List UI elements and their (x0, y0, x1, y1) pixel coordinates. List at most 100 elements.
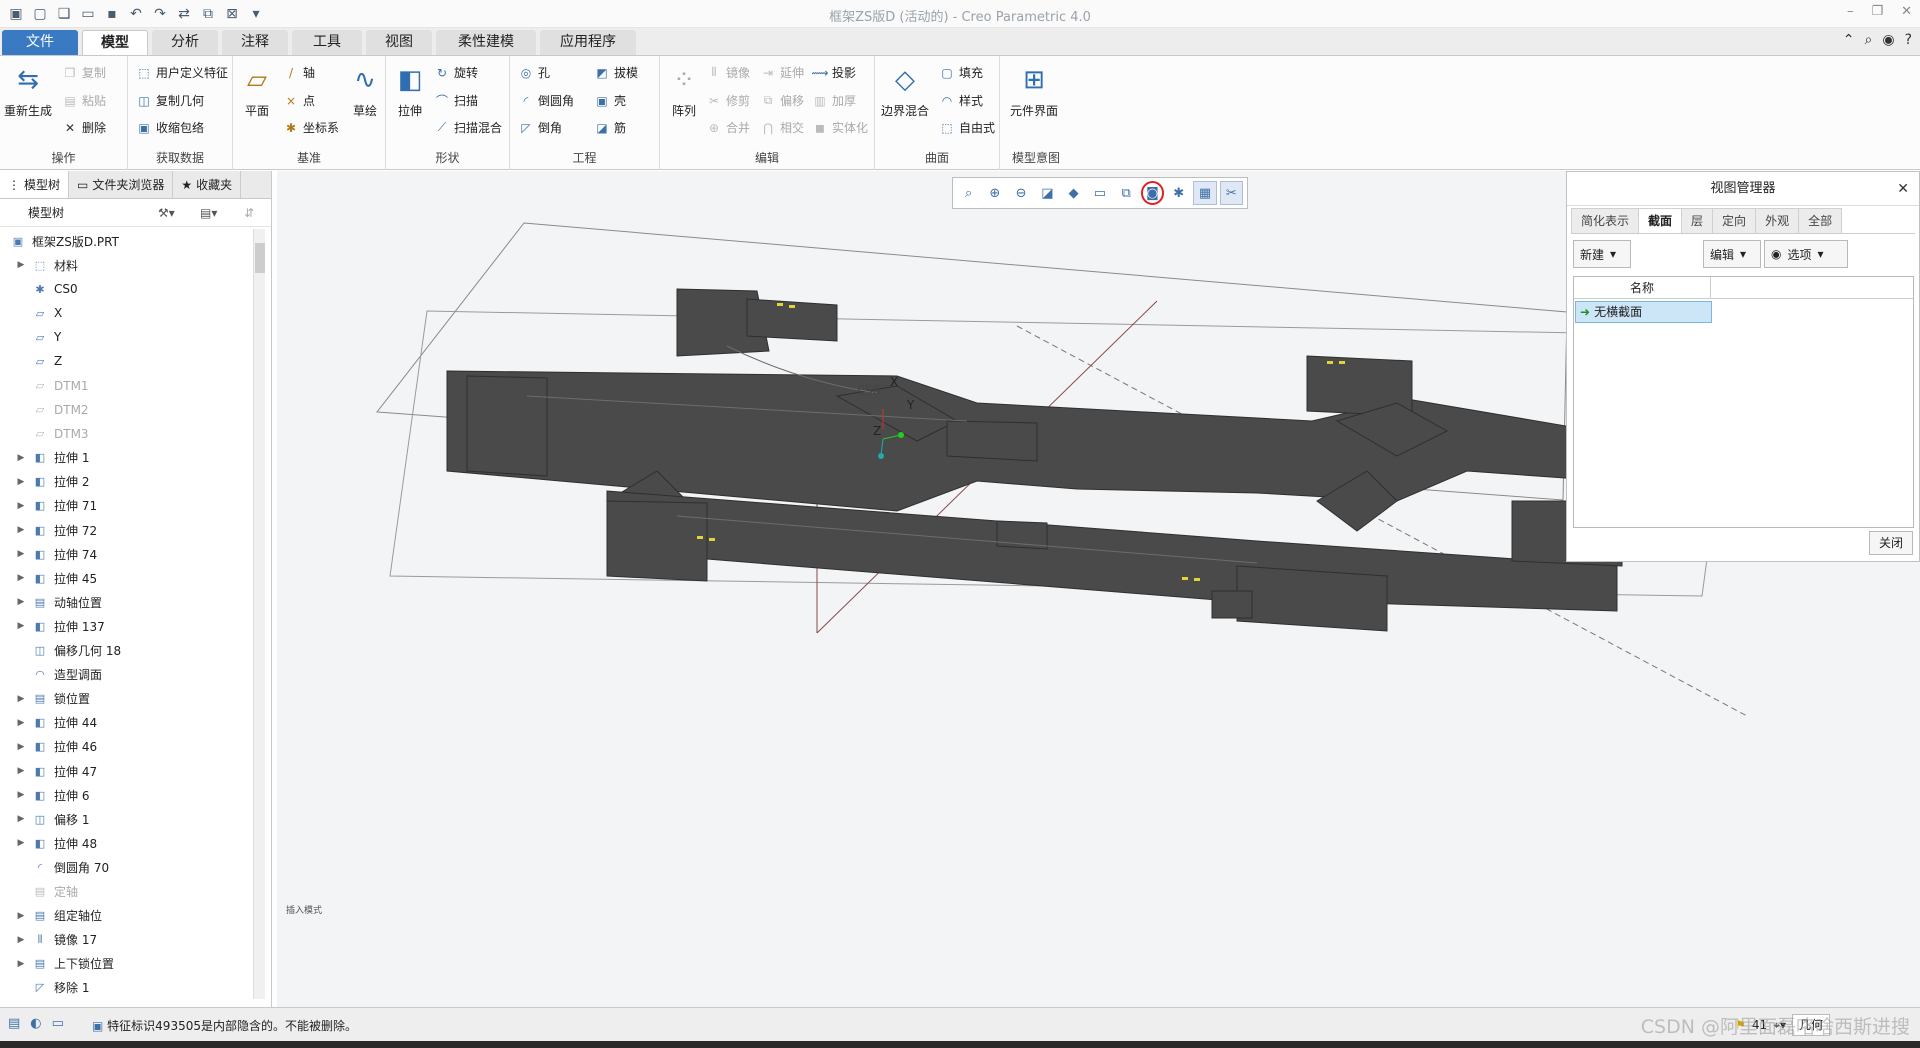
fullscreen-icon[interactable]: ▭ (52, 1016, 64, 1031)
zoom-out-icon[interactable]: ⊖ (1010, 181, 1033, 205)
tab-model-tree[interactable]: ⋮ 模型树 (0, 171, 70, 198)
thicken-button[interactable]: ▥ 加厚 (812, 92, 856, 109)
expand-arrow-icon[interactable]: ▶ (14, 718, 28, 728)
tree-item[interactable]: ▶ ◧ 拉伸 47 (0, 759, 252, 783)
expand-arrow-icon[interactable]: ▶ (14, 694, 28, 704)
tree-item[interactable]: ▶ ◧ 拉伸 45 (0, 566, 252, 590)
axis-button[interactable]: / 轴 (283, 64, 315, 81)
tree-item[interactable]: ▶ ◧ 拉伸 46 (0, 735, 252, 759)
tab-annotate[interactable]: 注释 (222, 30, 288, 55)
intersect-button[interactable]: ⋂ 相交 (760, 119, 804, 136)
tree-item[interactable]: ▶ ▤ 锁位置 (0, 687, 252, 711)
mirror-button[interactable]: ⫴ 镜像 (706, 64, 750, 81)
tree-item[interactable]: ◠ 造型调面 (0, 663, 252, 687)
tab-orient[interactable]: 定向 (1712, 208, 1757, 233)
fill-button[interactable]: ▢ 填充 (939, 64, 983, 81)
group-label-get-data[interactable]: 获取数据 (128, 149, 232, 166)
tree-item[interactable]: ▶ ⬚ 材料 (0, 253, 252, 277)
expand-arrow-icon[interactable]: ▶ (14, 260, 28, 270)
tree-item[interactable]: ◸ 移除 1 (0, 976, 252, 1000)
plane-button[interactable]: ▱ 平面 (239, 62, 275, 119)
tree-item[interactable]: ✱ CS0 (0, 277, 252, 301)
community-icon[interactable]: ◉ (1882, 32, 1894, 48)
tab-sections[interactable]: 截面 (1638, 208, 1683, 233)
list-item[interactable]: ➜ 无横截面 (1575, 301, 1712, 323)
tree-item[interactable]: ▱ DTM1 (0, 373, 252, 397)
trim-button[interactable]: ✂ 修剪 (706, 92, 750, 109)
view-manager-icon[interactable]: ⧉ (1115, 181, 1138, 205)
revolve-button[interactable]: ↻ 旋转 (434, 64, 478, 81)
freestyle-button[interactable]: ⬚ 自由式 (939, 119, 995, 136)
tab-file[interactable]: 文件 (2, 30, 78, 55)
group-label-model-intent[interactable]: 模型意图 (1000, 149, 1072, 166)
minimize-button[interactable]: – (1847, 4, 1854, 19)
tab-appearance[interactable]: 外观 (1755, 208, 1800, 233)
tab-favorites[interactable]: ★ 收藏夹 (173, 171, 242, 198)
saved-orientations-icon[interactable]: ▭ (1088, 181, 1111, 205)
edit-button[interactable]: 编辑 ▾ (1703, 240, 1761, 268)
close-button[interactable]: 关闭 (1869, 531, 1913, 555)
delete-button[interactable]: ✕ 删除 (62, 119, 106, 136)
copy-button[interactable]: ❐ 复制 (62, 64, 106, 81)
tree-item[interactable]: ▱ DTM2 (0, 398, 252, 422)
display-style-icon[interactable]: ◆ (1062, 181, 1085, 205)
tab-folder-browser[interactable]: ▭ 文件夹浏览器 (69, 171, 174, 198)
repaint-icon[interactable]: ◪ (1036, 181, 1059, 205)
search-icon[interactable]: ⌕ (1865, 32, 1873, 48)
point-button[interactable]: × 点 (283, 92, 315, 109)
paste-button[interactable]: ▤ 粘贴 (62, 92, 106, 109)
expand-arrow-icon[interactable]: ▶ (14, 621, 28, 631)
group-label-shapes[interactable]: 形状 (386, 149, 509, 166)
tree-item[interactable]: ▶ ◧ 拉伸 48 (0, 831, 252, 855)
expand-arrow-icon[interactable]: ▶ (14, 838, 28, 848)
tree-item[interactable]: ▱ X (0, 301, 252, 325)
datum-display-icon[interactable]: ✱ (1167, 181, 1190, 205)
expand-arrow-icon[interactable]: ▶ (14, 766, 28, 776)
tree-item[interactable]: ◜ 倒圆角 70 (0, 855, 252, 879)
copy-geometry-button[interactable]: ◫ 复制几何 (136, 92, 204, 109)
draft-button[interactable]: ◩ 拔模 (594, 64, 638, 81)
sketch-button[interactable]: ∿ 草绘 (347, 62, 383, 119)
spin-center-icon[interactable]: ✂ (1219, 181, 1243, 205)
tab-tools[interactable]: 工具 (292, 30, 362, 55)
tab-flexible-modeling[interactable]: 柔性建模 (436, 30, 536, 55)
shell-button[interactable]: ▣ 壳 (594, 92, 626, 109)
tree-item[interactable]: ▱ Y (0, 325, 252, 349)
tree-item[interactable]: ▶ ◫ 偏移 1 (0, 807, 252, 831)
merge-button[interactable]: ⊕ 合并 (706, 119, 750, 136)
expand-arrow-icon[interactable]: ▶ (14, 477, 28, 487)
tree-item[interactable]: ▶ ▤ 动轴位置 (0, 590, 252, 614)
new-button[interactable]: 新建 ▾ (1573, 240, 1631, 268)
browser-toggle-icon[interactable]: ◐ (30, 1016, 41, 1031)
tree-item[interactable]: ▶ ◧ 拉伸 1 (0, 446, 252, 470)
maximize-button[interactable]: ❐ (1871, 4, 1883, 19)
close-icon[interactable]: ✕ (1897, 172, 1909, 206)
tree-scrollbar-thumb[interactable] (255, 243, 265, 273)
tree-item[interactable]: ▶ ◧ 拉伸 6 (0, 783, 252, 807)
expand-arrow-icon[interactable]: ▶ (14, 549, 28, 559)
tree-item[interactable]: ▶ ◧ 拉伸 71 (0, 494, 252, 518)
tab-all[interactable]: 全部 (1798, 208, 1843, 233)
round-button[interactable]: ◜ 倒圆角 (518, 92, 574, 109)
tree-item[interactable]: ▶ ▤ 上下锁位置 (0, 952, 252, 976)
close-button[interactable]: ✕ (1901, 4, 1912, 19)
group-label-editing[interactable]: 编辑 (660, 149, 874, 166)
tree-scrollbar[interactable] (253, 229, 265, 999)
tree-item[interactable]: ▶ ◧ 拉伸 44 (0, 711, 252, 735)
refit-icon[interactable]: ⌕ (957, 181, 980, 205)
expand-arrow-icon[interactable]: ▶ (14, 742, 28, 752)
tree-item[interactable]: ▶ ▤ 组定轴位 (0, 904, 252, 928)
rib-button[interactable]: ◪ 筋 (594, 119, 626, 136)
tree-item[interactable]: ▶ ⫴ 镜像 17 (0, 928, 252, 952)
sweep-button[interactable]: ⌒ 扫描 (434, 92, 478, 109)
tree-item[interactable]: ▤ 定轴 (0, 879, 252, 903)
model-tree-toggle-icon[interactable]: ▤ (8, 1016, 20, 1031)
tree-filter-icon[interactable]: ⇵ (244, 206, 254, 220)
pattern-button[interactable]: ⁘ 阵列 (666, 62, 702, 119)
expand-arrow-icon[interactable]: ▶ (14, 597, 28, 607)
csys-button[interactable]: ✱ 坐标系 (283, 119, 339, 136)
column-name[interactable]: 名称 (1574, 277, 1711, 298)
section-icon[interactable]: ◙ (1140, 181, 1165, 205)
extrude-button[interactable]: ◧ 拉伸 (392, 62, 428, 119)
expand-arrow-icon[interactable]: ▶ (14, 453, 28, 463)
